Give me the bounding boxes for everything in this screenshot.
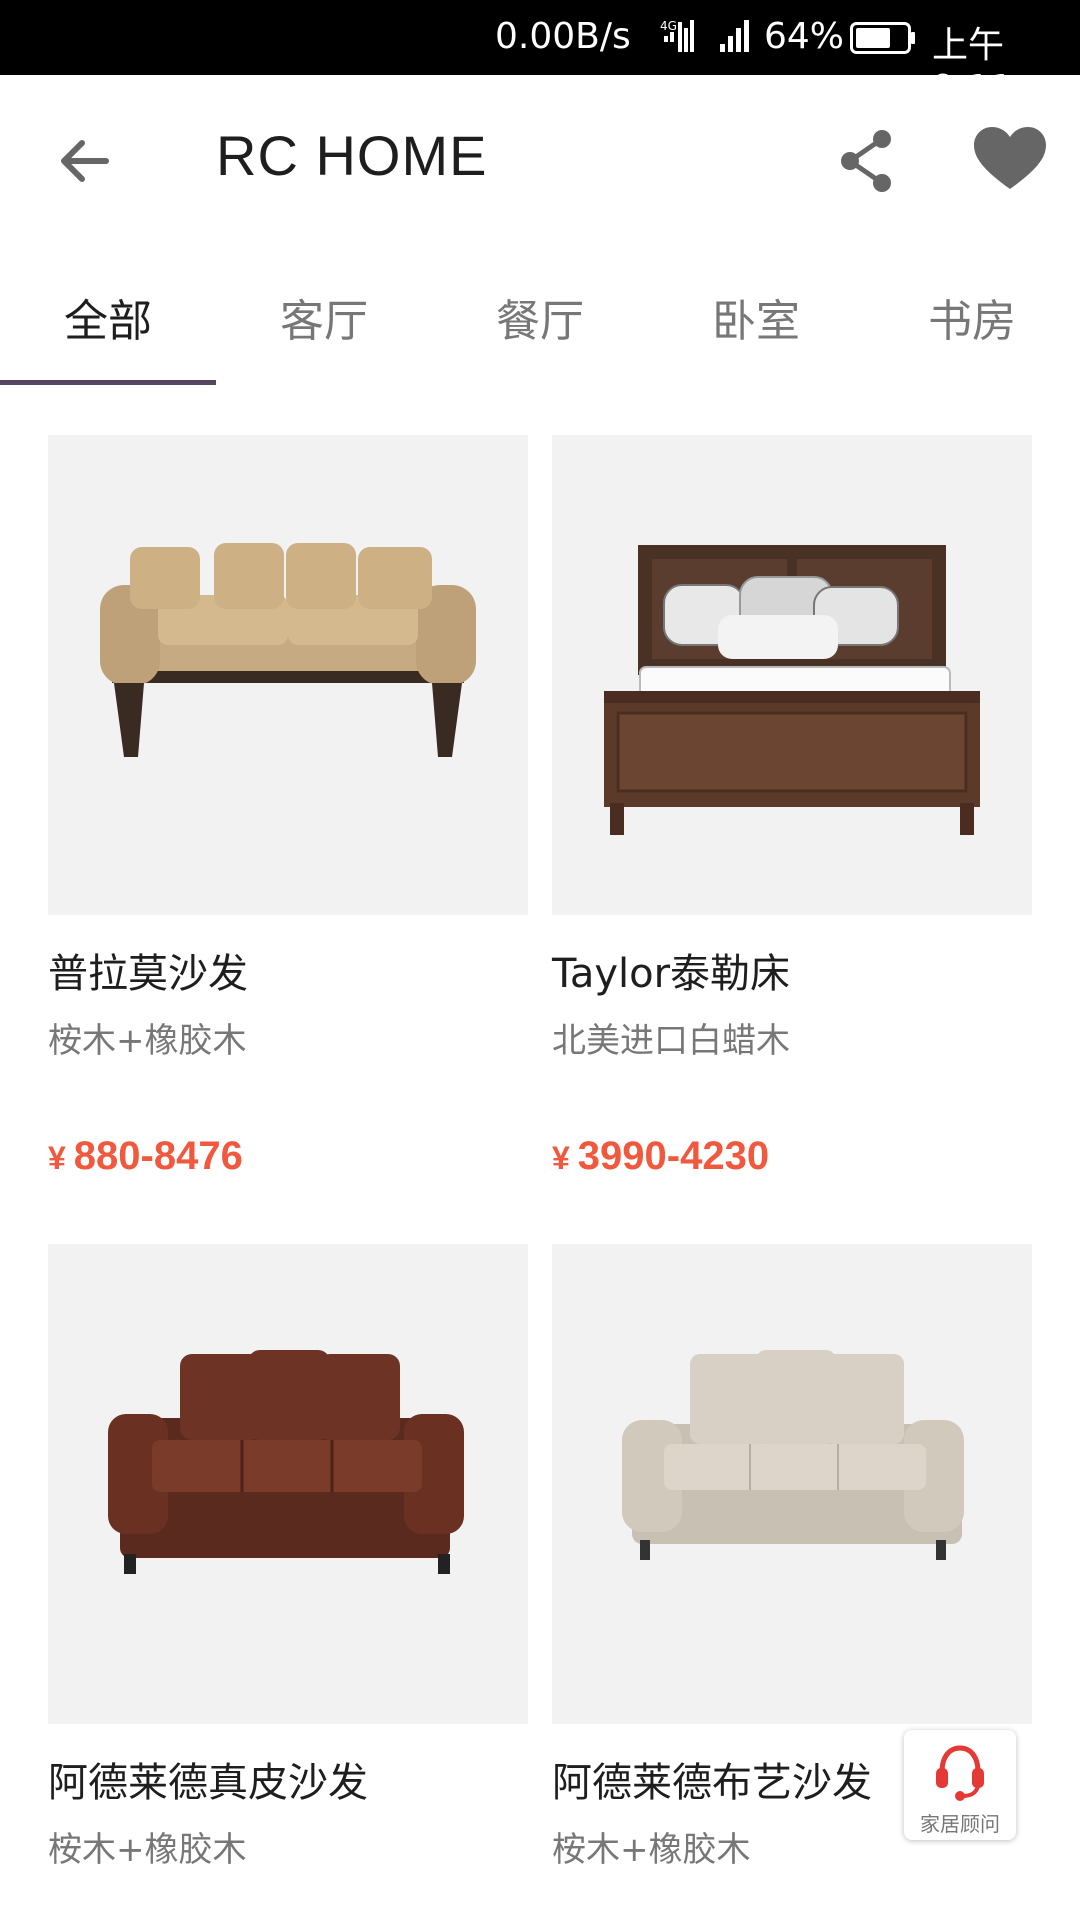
status-bar: 0.00B/s 4G 64% 上午9:11 xyxy=(0,0,1080,109)
back-button[interactable] xyxy=(48,125,120,197)
product-price: ¥3990-4230 xyxy=(552,1134,1032,1179)
price-range: 880-8476 xyxy=(73,1134,243,1178)
currency-symbol: ¥ xyxy=(552,1140,570,1176)
arrow-left-icon xyxy=(61,140,109,182)
advisor-button[interactable]: 家居顾问 xyxy=(904,1730,1016,1840)
currency-symbol: ¥ xyxy=(48,1140,66,1176)
share-icon xyxy=(841,130,891,192)
network-4g-icon: 4G xyxy=(660,18,700,58)
product-name: 普拉莫沙发 xyxy=(48,951,248,997)
svg-text:4G: 4G xyxy=(660,19,677,33)
heart-icon xyxy=(974,127,1046,189)
tab-study[interactable]: 书房 xyxy=(864,285,1080,349)
tab-dining-room[interactable]: 餐厅 xyxy=(432,285,648,349)
signal-icon xyxy=(718,18,750,58)
tab-living-room[interactable]: 客厅 xyxy=(216,285,432,349)
tab-all[interactable]: 全部 xyxy=(0,285,216,349)
product-price: ¥880-8476 xyxy=(48,1134,528,1179)
product-image xyxy=(48,435,528,915)
tab-indicator xyxy=(0,380,216,385)
product-name: Taylor泰勒床 xyxy=(552,951,791,997)
price-range: 3990-4230 xyxy=(577,1134,770,1178)
page-title: RC HOME xyxy=(216,124,488,187)
category-tabs: 全部 客厅 餐厅 卧室 书房 xyxy=(0,245,1080,385)
battery-percent: 64% xyxy=(764,16,845,57)
share-button[interactable] xyxy=(830,125,902,197)
advisor-label: 家居顾问 xyxy=(920,1812,1000,1836)
headset-icon xyxy=(936,1745,984,1801)
product-card[interactable]: 阿德莱德真皮沙发 桉木+橡胶木 xyxy=(48,1244,528,1871)
product-card[interactable]: 普拉莫沙发 桉木+橡胶木 ¥880-8476 xyxy=(48,435,528,1179)
product-image xyxy=(48,1244,528,1724)
product-image xyxy=(552,435,1032,915)
app-bar: RC HOME xyxy=(0,75,1080,245)
product-material: 桉木+橡胶木 xyxy=(48,1021,247,1061)
tab-bedroom[interactable]: 卧室 xyxy=(648,285,864,349)
favorite-button[interactable] xyxy=(970,125,1050,197)
product-material: 北美进口白蜡木 xyxy=(552,1021,790,1061)
product-card[interactable]: Taylor泰勒床 北美进口白蜡木 ¥3990-4230 xyxy=(552,435,1032,1179)
battery-icon xyxy=(850,22,916,58)
product-name: 阿德莱德真皮沙发 xyxy=(48,1760,368,1806)
net-speed: 0.00B/s xyxy=(495,16,631,57)
product-material: 桉木+橡胶木 xyxy=(48,1830,247,1870)
product-image xyxy=(552,1244,1032,1724)
